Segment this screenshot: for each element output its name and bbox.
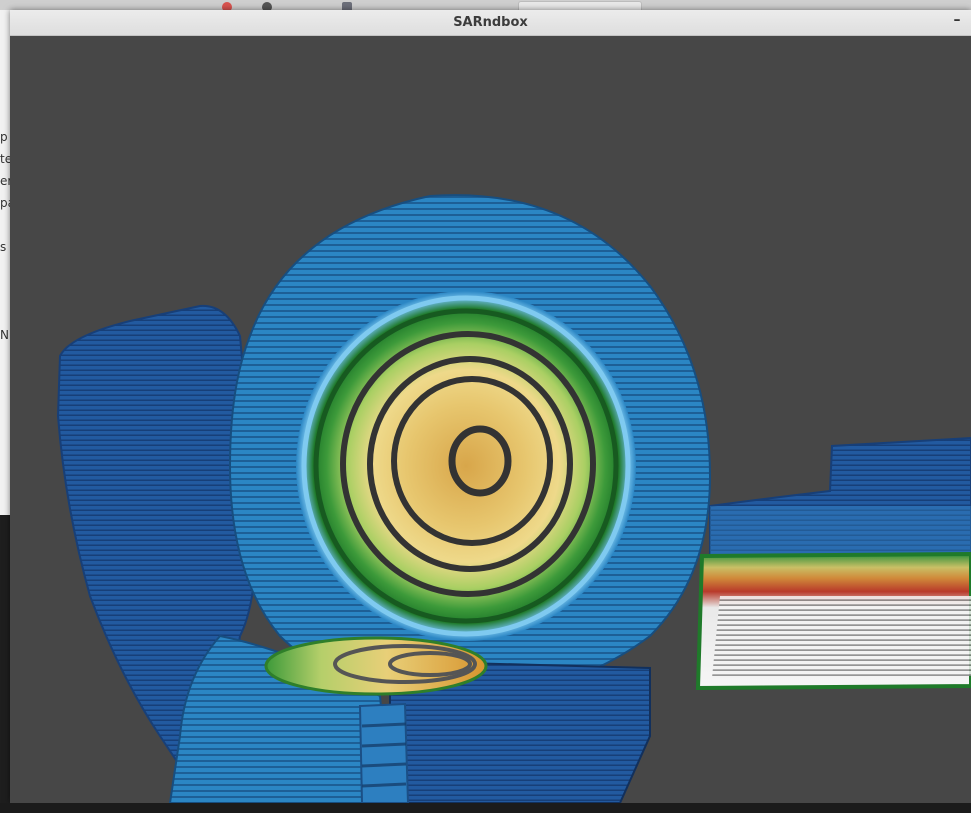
topography-render (56, 194, 971, 803)
background-text: N (0, 328, 9, 342)
sarndbox-window[interactable]: SARndbox – (10, 10, 971, 803)
background-icon (342, 2, 352, 10)
window-titlebar[interactable]: SARndbox – (10, 10, 971, 36)
background-app-panel: p te er pa s N (0, 10, 10, 813)
background-dark-area (0, 515, 10, 813)
background-icon (262, 2, 272, 10)
sandbox-render-viewport[interactable] (10, 36, 971, 803)
right-ridge-snow (712, 596, 971, 678)
background-text: pa (0, 196, 10, 210)
desktop-background-bar (0, 0, 971, 10)
background-close-dot (222, 2, 232, 10)
background-text: er (0, 174, 10, 188)
background-browser-tab (518, 1, 642, 10)
minimize-button[interactable]: – (949, 12, 965, 30)
window-title: SARndbox (453, 15, 528, 30)
background-text: s (0, 240, 7, 254)
blue-column (358, 702, 410, 803)
background-text: p (0, 130, 8, 144)
background-text: te (0, 152, 10, 166)
hill-peak (296, 291, 636, 641)
desktop-bottom-strip (0, 803, 971, 813)
minimize-icon: – (953, 12, 961, 28)
